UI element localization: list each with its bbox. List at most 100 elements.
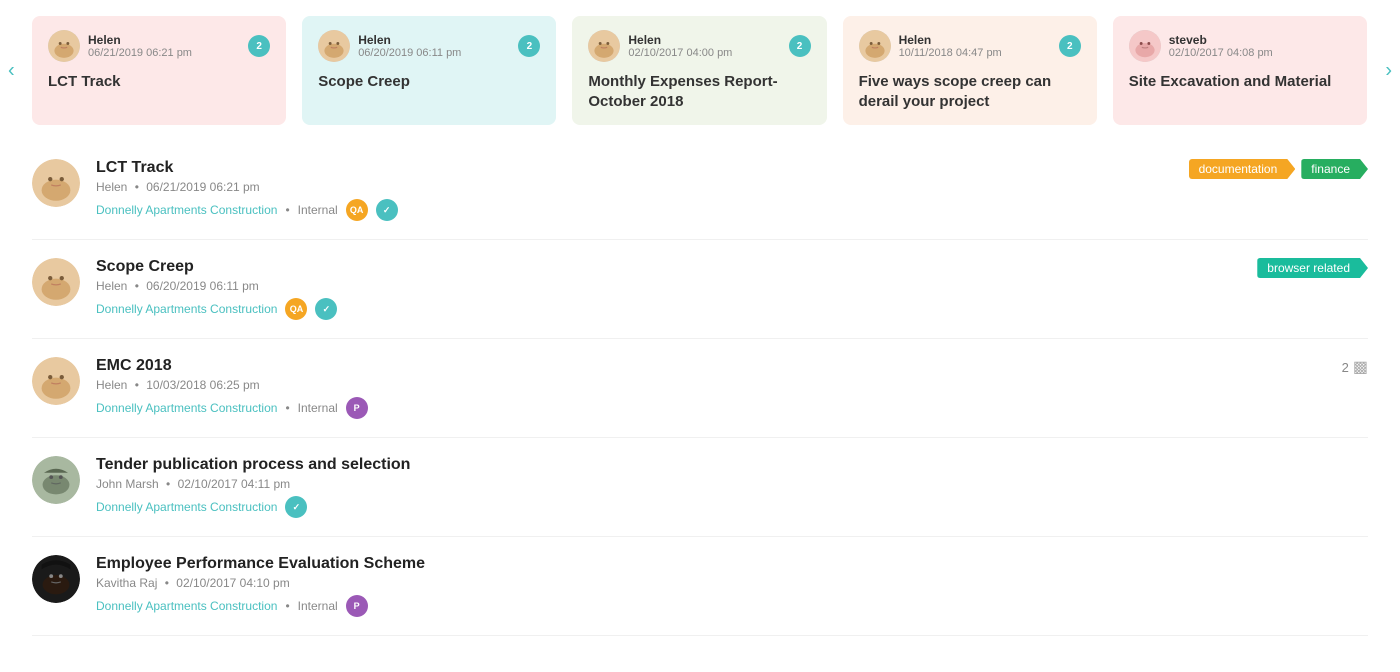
list-project-link[interactable]: Donnelly Apartments Construction [96, 500, 277, 514]
card-header: Helen 06/20/2019 06:11 pm 2 [318, 30, 540, 62]
card-title: Site Excavation and Material [1129, 72, 1351, 92]
tag-label[interactable]: browser related [1257, 258, 1368, 278]
card-date: 06/20/2019 06:11 pm [358, 47, 461, 59]
list-item-title[interactable]: Tender publication process and selection [96, 456, 1368, 474]
list-content: Tender publication process and selection… [96, 456, 1368, 518]
card-user-info: steveb 02/10/2017 04:08 pm [1129, 30, 1273, 62]
meta-dot: • [166, 477, 174, 491]
list-item-lct-track-list: LCT Track Helen • 06/21/2019 06:21 pm Do… [32, 141, 1368, 240]
comment-icon: ▩ [1353, 357, 1368, 377]
list-item-title[interactable]: Employee Performance Evaluation Scheme [96, 555, 1368, 573]
list-project-link[interactable]: Donnelly Apartments Construction [96, 599, 277, 613]
card-title: LCT Track [48, 72, 270, 92]
comment-number: 2 [1342, 360, 1349, 375]
list-item-title[interactable]: Scope Creep [96, 258, 1368, 276]
list-content: LCT Track Helen • 06/21/2019 06:21 pm Do… [96, 159, 1368, 221]
list-content: Employee Performance Evaluation Scheme K… [96, 555, 1368, 617]
tag-label[interactable]: documentation [1189, 159, 1296, 179]
card-author: Helen [899, 33, 1002, 47]
card-title: Monthly Expenses Report- October 2018 [588, 72, 810, 111]
card-meta: steveb 02/10/2017 04:08 pm [1169, 33, 1273, 59]
card-scope-creep[interactable]: Helen 06/20/2019 06:11 pm 2 Scope Creep [302, 16, 556, 125]
list-tags: documentationfinance [1189, 159, 1368, 179]
list-avatar-lct-track-list [32, 159, 80, 207]
list-meta: Kavitha Raj • 02/10/2017 04:10 pm [96, 576, 1368, 590]
list-author: Helen [96, 180, 127, 194]
list-date: 10/03/2018 06:25 pm [146, 378, 259, 392]
card-five-ways[interactable]: Helen 10/11/2018 04:47 pm 2 Five ways sc… [843, 16, 1097, 125]
list-author: John Marsh [96, 477, 159, 491]
list-project-link[interactable]: Donnelly Apartments Construction [96, 401, 277, 415]
card-header: Helen 06/21/2019 06:21 pm 2 [48, 30, 270, 62]
visibility-label: Internal [298, 599, 338, 613]
meta-dot: • [135, 378, 143, 392]
card-author: Helen [628, 33, 732, 47]
card-date: 06/21/2019 06:21 pm [88, 47, 192, 59]
list-project-link[interactable]: Donnelly Apartments Construction [96, 302, 277, 316]
list-meta: Helen • 06/21/2019 06:21 pm [96, 180, 1368, 194]
card-author: Helen [358, 33, 461, 47]
card-lct-track[interactable]: Helen 06/21/2019 06:21 pm 2 LCT Track [32, 16, 286, 125]
card-monthly-expenses[interactable]: Helen 02/10/2017 04:00 pm 2 Monthly Expe… [572, 16, 826, 125]
meta-dot: • [135, 279, 143, 293]
list-author: Kavitha Raj [96, 576, 157, 590]
card-title: Five ways scope creep can derail your pr… [859, 72, 1081, 111]
list-item-title[interactable]: EMC 2018 [96, 357, 1368, 375]
list-project-row: Donnelly Apartments Construction ✓ [96, 496, 1368, 518]
list-meta: Helen • 10/03/2018 06:25 pm [96, 378, 1368, 392]
visibility-label: Internal [298, 401, 338, 415]
list-date: 02/10/2017 04:10 pm [176, 576, 289, 590]
list-section: LCT Track Helen • 06/21/2019 06:21 pm Do… [0, 141, 1400, 636]
dot-separator: • [285, 401, 289, 415]
card-author: Helen [88, 33, 192, 47]
card-badge: 2 [1059, 35, 1081, 57]
list-author: Helen [96, 279, 127, 293]
card-avatar [48, 30, 80, 62]
list-item-title[interactable]: LCT Track [96, 159, 1368, 177]
list-date: 02/10/2017 04:11 pm [178, 477, 291, 491]
avatar-bubble: QA [285, 298, 307, 320]
card-title: Scope Creep [318, 72, 540, 92]
card-avatar [1129, 30, 1161, 62]
card-date: 02/10/2017 04:08 pm [1169, 47, 1273, 59]
avatar-bubble: ✓ [285, 496, 307, 518]
list-author: Helen [96, 378, 127, 392]
card-badge: 2 [518, 35, 540, 57]
card-meta: Helen 10/11/2018 04:47 pm [899, 33, 1002, 59]
card-user-info: Helen 02/10/2017 04:00 pm [588, 30, 732, 62]
meta-dot: • [135, 180, 143, 194]
card-avatar [588, 30, 620, 62]
card-header: steveb 02/10/2017 04:08 pm [1129, 30, 1351, 62]
avatar-bubble: P [346, 595, 368, 617]
list-avatar-emc-2018-list [32, 357, 80, 405]
list-avatar-scope-creep-list [32, 258, 80, 306]
card-badge: 2 [789, 35, 811, 57]
tag-label[interactable]: finance [1301, 159, 1368, 179]
comment-count: 2 ▩ [1342, 357, 1368, 377]
list-item-scope-creep-list: Scope Creep Helen • 06/20/2019 06:11 pm … [32, 240, 1368, 339]
card-user-info: Helen 06/20/2019 06:11 pm [318, 30, 461, 62]
card-meta: Helen 06/20/2019 06:11 pm [358, 33, 461, 59]
list-item-employee-perf-list: Employee Performance Evaluation Scheme K… [32, 537, 1368, 636]
card-user-info: Helen 06/21/2019 06:21 pm [48, 30, 192, 62]
list-item-tender-list: Tender publication process and selection… [32, 438, 1368, 537]
list-content: Scope Creep Helen • 06/20/2019 06:11 pm … [96, 258, 1368, 320]
avatar-bubble: QA [346, 199, 368, 221]
dot-separator: • [285, 599, 289, 613]
card-header: Helen 02/10/2017 04:00 pm 2 [588, 30, 810, 62]
card-user-info: Helen 10/11/2018 04:47 pm [859, 30, 1002, 62]
list-tags: browser related [1257, 258, 1368, 278]
card-header: Helen 10/11/2018 04:47 pm 2 [859, 30, 1081, 62]
list-date: 06/20/2019 06:11 pm [146, 279, 259, 293]
carousel-section: ‹ Helen 06/21/2019 06:21 pm 2 LCT Track [0, 0, 1400, 141]
list-project-row: Donnelly Apartments Construction • Inter… [96, 595, 1368, 617]
carousel-cards: Helen 06/21/2019 06:21 pm 2 LCT Track He… [32, 16, 1368, 125]
visibility-label: Internal [298, 203, 338, 217]
list-project-link[interactable]: Donnelly Apartments Construction [96, 203, 277, 217]
avatar-bubble: ✓ [315, 298, 337, 320]
card-site-excavation[interactable]: steveb 02/10/2017 04:08 pm Site Excavati… [1113, 16, 1367, 125]
card-badge: 2 [248, 35, 270, 57]
carousel-next-button[interactable]: › [1385, 59, 1392, 82]
carousel-prev-button[interactable]: ‹ [8, 59, 15, 82]
card-date: 10/11/2018 04:47 pm [899, 47, 1002, 59]
